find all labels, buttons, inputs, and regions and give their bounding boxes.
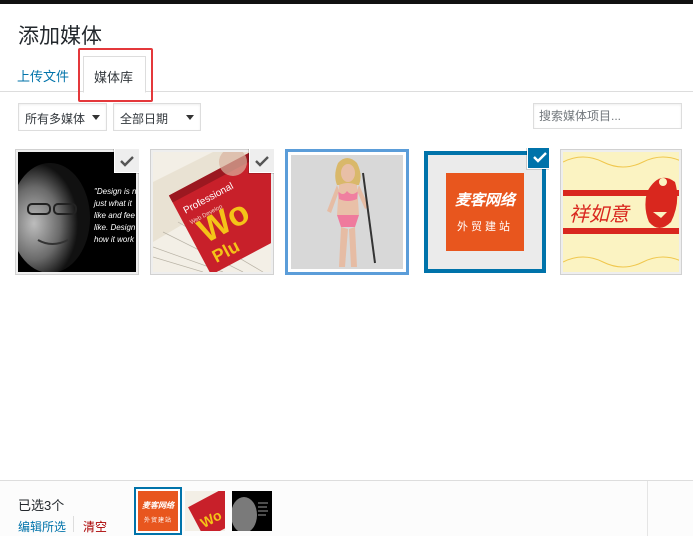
thumbnail-image: 麦客网络 外贸建站 xyxy=(428,155,542,269)
attachment-thumb[interactable]: Professional Wo Plu Web Develop xyxy=(150,149,274,275)
quote-line: "Design is n xyxy=(94,187,136,196)
brand-logo-mini-image: 麦客网络 外贸建站 xyxy=(138,491,178,531)
clear-selection-link[interactable]: 清空 xyxy=(83,518,107,535)
quote-line: how it work xyxy=(94,235,135,244)
media-type-filter[interactable]: 所有多媒体 xyxy=(18,103,107,131)
model-photo-image xyxy=(291,155,403,269)
caret-down-icon xyxy=(92,115,100,120)
check-icon xyxy=(120,155,134,167)
divider xyxy=(73,516,74,532)
modal-title: 添加媒体 xyxy=(18,25,102,48)
selected-attachment-mini[interactable] xyxy=(232,491,272,531)
selected-attachment-mini[interactable]: Wo xyxy=(185,491,225,531)
quote-line: just what it xyxy=(93,199,133,208)
brand-sub-text: 外贸建站 xyxy=(144,516,172,524)
portrait-mini-image xyxy=(232,491,272,531)
book-mini-image: Wo xyxy=(185,491,225,531)
papercut-image: 祥如意 xyxy=(563,152,679,272)
check-icon xyxy=(255,155,269,167)
media-search-input[interactable] xyxy=(533,103,682,129)
selection-count: 已选3个 xyxy=(18,498,65,513)
caret-down-icon xyxy=(186,115,194,120)
calligraphy-text: 祥如意 xyxy=(569,202,631,226)
brand-name-text: 麦客网络 xyxy=(455,191,517,209)
quote-line: like and fee xyxy=(94,211,135,220)
date-filter[interactable]: 全部日期 xyxy=(113,103,201,131)
brand-name-text: 麦客网络 xyxy=(142,500,176,510)
check-icon xyxy=(533,151,547,163)
media-modal: 添加媒体 上传文件 媒体库 所有多媒体 全部日期 搜索媒体项目... "Desi… xyxy=(0,0,693,536)
edit-selection-link[interactable]: 编辑所选 xyxy=(18,518,66,535)
attachment-thumb[interactable]: 祥如意 xyxy=(560,149,682,275)
media-router: 上传文件 媒体库 xyxy=(0,54,693,93)
toolbar-divider xyxy=(628,481,648,536)
brand-sub-text: 外贸建站 xyxy=(457,219,513,233)
media-type-filter-label: 所有多媒体 xyxy=(25,112,86,126)
thumbnail-image xyxy=(291,155,403,269)
attachment-check-button[interactable] xyxy=(527,148,549,169)
tab-upload-files[interactable]: 上传文件 xyxy=(17,66,69,85)
media-selection-toolbar: 已选3个 编辑所选 清空 麦客网络 外贸建站 Wo xyxy=(0,480,693,536)
selected-attachment-mini[interactable]: 麦客网络 外贸建站 xyxy=(138,491,178,531)
attachment-thumb[interactable]: "Design is n just what it like and fee l… xyxy=(15,149,139,275)
thumbnail-image: 祥如意 xyxy=(563,152,679,272)
attachment-thumb[interactable] xyxy=(285,149,409,275)
brand-logo-image: 麦客网络 外贸建站 xyxy=(428,155,542,269)
attachment-thumb[interactable]: 麦客网络 外贸建站 xyxy=(421,148,549,276)
quote-line: like. Design xyxy=(94,223,136,232)
date-filter-label: 全部日期 xyxy=(120,112,169,126)
attachment-check-button[interactable] xyxy=(249,149,274,173)
attachment-check-button[interactable] xyxy=(114,149,139,173)
tab-media-library[interactable]: 媒体库 xyxy=(83,56,146,93)
